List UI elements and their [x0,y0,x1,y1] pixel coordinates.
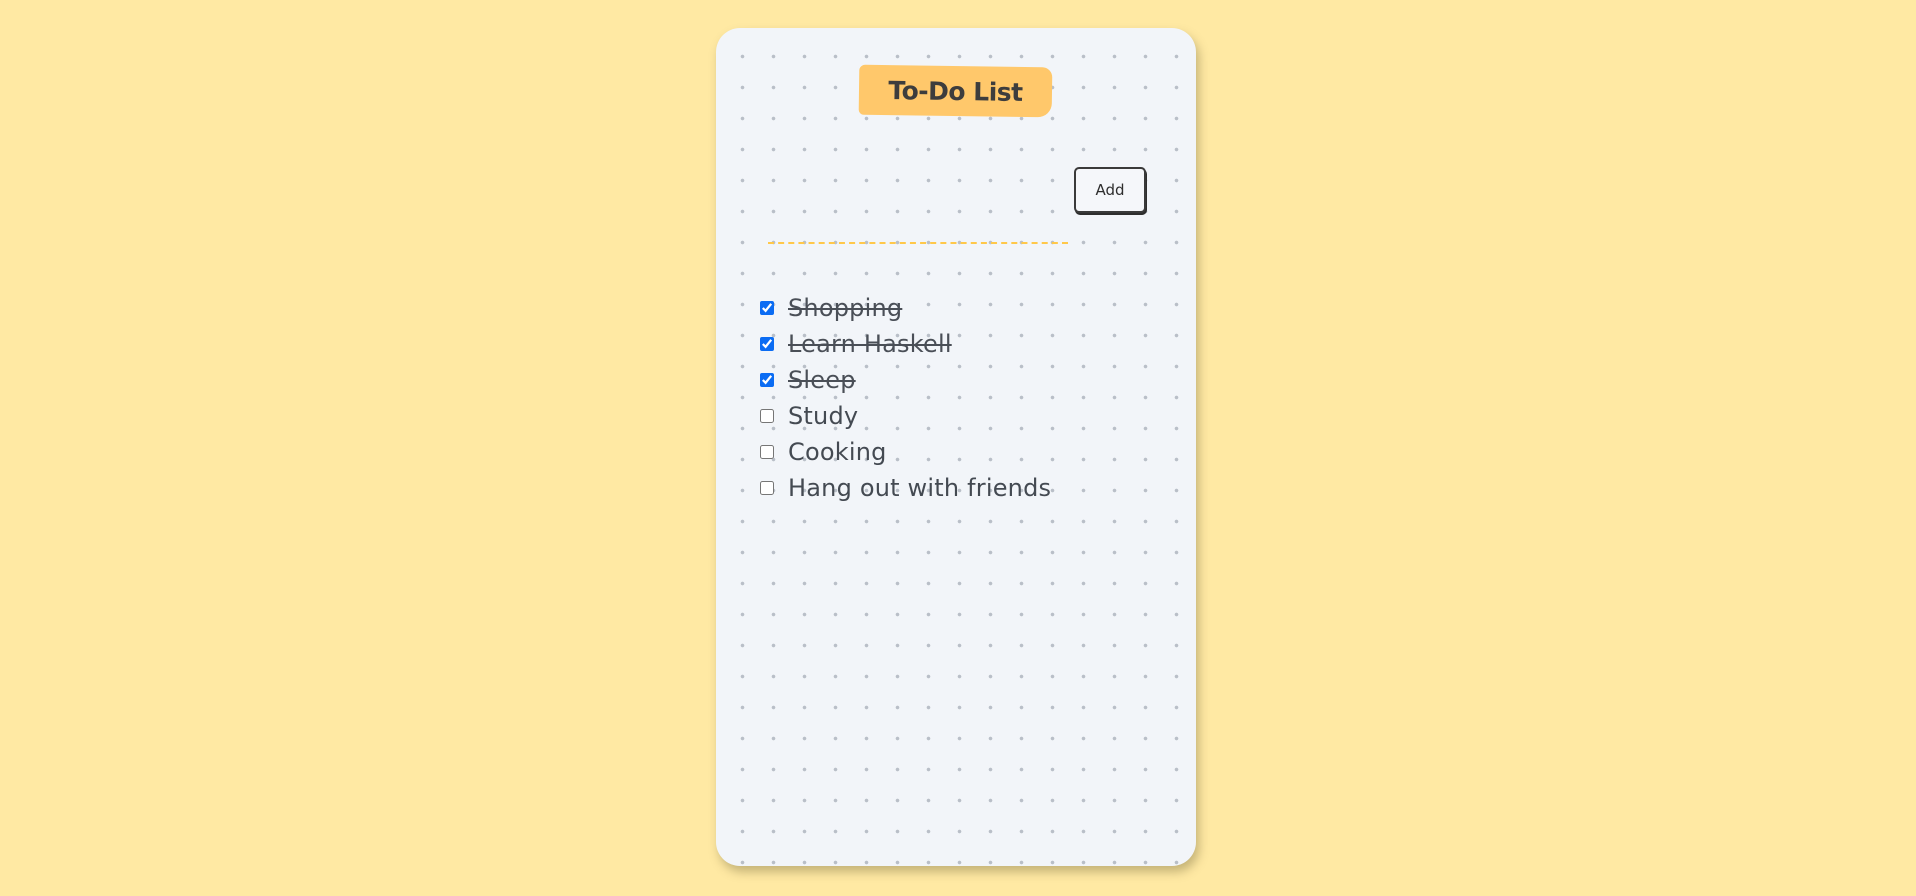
todo-checkbox[interactable] [760,373,774,387]
todo-checkbox[interactable] [760,445,774,459]
todo-label: Shopping [788,294,903,322]
todo-label: Learn Haskell [788,330,952,358]
todo-item: Cooking [759,434,1051,470]
todo-label: Sleep [788,366,856,394]
todo-item: Study [759,398,1051,434]
new-task-input[interactable] [768,206,1068,244]
todo-checkbox[interactable] [760,337,774,351]
page-title: To-Do List [858,64,1053,118]
todo-card: To-Do List Add Shopping Learn Haskell Sl… [716,28,1196,866]
todo-label: Study [788,402,859,430]
todo-checkbox[interactable] [760,301,774,315]
todo-item: Sleep [759,362,1051,398]
todo-label: Hang out with friends [788,474,1052,502]
todo-item: Shopping [759,290,1051,326]
todo-list: Shopping Learn Haskell Sleep Study Cooki… [759,290,1051,506]
todo-checkbox[interactable] [760,481,774,495]
todo-item: Hang out with friends [759,470,1051,506]
todo-item: Learn Haskell [759,326,1051,362]
add-button[interactable]: Add [1074,167,1146,213]
todo-label: Cooking [788,438,887,466]
todo-checkbox[interactable] [760,409,774,423]
